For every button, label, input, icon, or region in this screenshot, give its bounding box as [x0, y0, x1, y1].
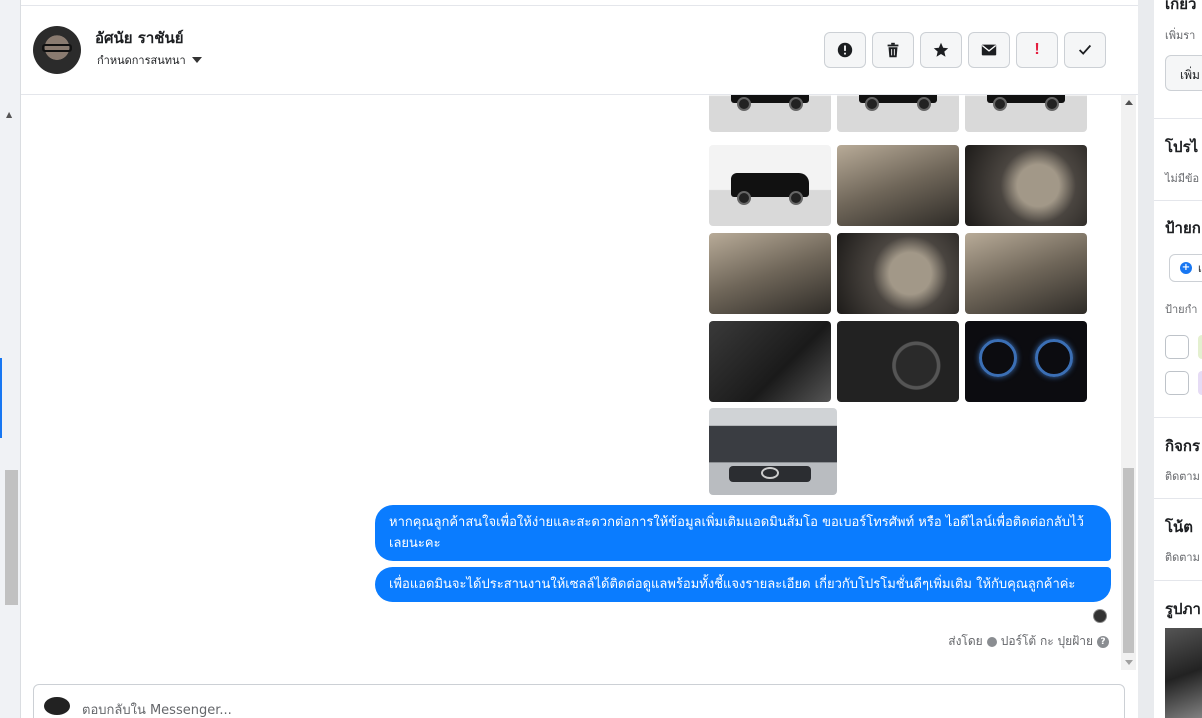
- alert-circle-icon: [837, 42, 853, 58]
- section-divider: [1154, 580, 1202, 581]
- photos-title: รูปภา: [1165, 600, 1201, 618]
- activity-title: กิจกร: [1165, 437, 1201, 455]
- photo-detail: [865, 97, 879, 111]
- scroll-down-arrow-icon[interactable]: [1125, 660, 1133, 665]
- attachment-photo[interactable]: [837, 233, 959, 314]
- sender-avatar: [1093, 609, 1107, 623]
- active-indicator: [0, 358, 2, 438]
- reply-box[interactable]: ตอบกลับใน Messenger...: [33, 684, 1125, 718]
- contact-details-panel: เกี่ยว เพิ่มรา เพิ่ม โปรไ ไม่มีข้อ ป้ายก…: [1154, 0, 1202, 718]
- conversation-header: อัศนัย ราชันย์ กำหนดการสนทนา !: [21, 6, 1138, 95]
- avatar-detail: [42, 44, 72, 52]
- attachment-photo[interactable]: [837, 145, 959, 226]
- message-bubble[interactable]: เพื่อแอดมินจะได้ประสานงานให้เซลล์ได้ติดต…: [375, 567, 1111, 602]
- scroll-up-arrow-icon[interactable]: ▲: [6, 110, 12, 119]
- attachment-photo[interactable]: [965, 321, 1087, 402]
- photo-detail: [789, 191, 803, 205]
- thread-scrollbar-thumb[interactable]: [1123, 468, 1134, 653]
- left-scrollbar-thumb[interactable]: [5, 470, 18, 605]
- delete-button[interactable]: [872, 32, 914, 68]
- sent-by-name[interactable]: ปอร์โต้ กะ ปุยฝ้าย: [1001, 632, 1093, 651]
- attachment-photo[interactable]: [965, 145, 1087, 226]
- photo-detail: [789, 97, 803, 111]
- notes-title: โน้ต: [1165, 518, 1194, 536]
- activity-subtitle: ติดตาม: [1165, 470, 1200, 483]
- notes-subtitle: ติดตาม: [1165, 551, 1200, 564]
- shared-photo[interactable]: [1165, 628, 1202, 718]
- profile-title: โปรไ: [1165, 138, 1199, 156]
- profile-subtitle: ไม่มีข้อ: [1165, 172, 1200, 185]
- message-thread: หากคุณลูกค้าสนใจเพื่อให้ง่ายและสะดวกต่อก…: [21, 95, 1138, 675]
- attachment-photo[interactable]: [709, 321, 831, 402]
- attachment-photo[interactable]: [965, 233, 1087, 314]
- trash-icon: [887, 42, 899, 58]
- photo-detail: [993, 97, 1007, 111]
- photo-detail: [737, 191, 751, 205]
- assign-conversation-label: กำหนดการสนทนา: [97, 54, 186, 67]
- add-details-button[interactable]: เพิ่ม: [1165, 55, 1202, 91]
- attachment-photo[interactable]: [709, 233, 831, 314]
- label-checkbox[interactable]: [1165, 371, 1189, 395]
- sent-by-prefix: ส่งโดย: [948, 634, 983, 648]
- conversation-panel: อัศนัย ราชันย์ กำหนดการสนทนา ! หากคุณลูก…: [21, 0, 1138, 718]
- attachment-photo[interactable]: [965, 95, 1087, 132]
- photo-detail: [1045, 97, 1059, 111]
- photo-detail: [917, 97, 931, 111]
- page-badge-icon: [986, 636, 997, 647]
- help-icon[interactable]: ?: [1097, 635, 1109, 648]
- photo-detail: [737, 97, 751, 111]
- exclamation-icon: !: [1034, 41, 1040, 58]
- scroll-up-arrow-icon[interactable]: [1125, 100, 1133, 105]
- assign-conversation-dropdown[interactable]: กำหนดการสนทนา: [97, 51, 202, 69]
- photo-detail: [1035, 339, 1073, 377]
- add-label-button[interactable]: + เ: [1169, 254, 1202, 282]
- section-divider: [1154, 118, 1202, 119]
- photo-detail: [979, 339, 1017, 377]
- labels-title: ป้ายก: [1165, 219, 1201, 237]
- contact-avatar[interactable]: [33, 26, 81, 74]
- section-divider: [1154, 417, 1202, 418]
- attachment-photo[interactable]: [837, 321, 959, 402]
- attachment-photo[interactable]: [709, 95, 831, 132]
- attachment-photo[interactable]: [837, 95, 959, 132]
- check-icon: [1078, 44, 1092, 55]
- about-subtitle: เพิ่มรา: [1165, 29, 1196, 42]
- label-checkbox[interactable]: [1165, 335, 1189, 359]
- attachment-photo[interactable]: [709, 145, 831, 226]
- label-chip[interactable]: [1198, 371, 1202, 395]
- page-avatar: [44, 697, 70, 715]
- left-gutter: ▲: [0, 0, 21, 718]
- reply-input-placeholder[interactable]: ตอบกลับใน Messenger...: [82, 699, 232, 718]
- section-divider: [1154, 498, 1202, 499]
- follow-up-button[interactable]: !: [1016, 32, 1058, 68]
- add-label-text: เ: [1198, 262, 1202, 275]
- plus-icon: +: [1180, 262, 1192, 274]
- envelope-icon: [981, 44, 997, 56]
- attachment-photo[interactable]: [709, 408, 837, 495]
- caret-down-icon: [191, 57, 202, 63]
- thread-scrollbar[interactable]: [1121, 95, 1136, 670]
- mark-unread-button[interactable]: [968, 32, 1010, 68]
- star-button[interactable]: [920, 32, 962, 68]
- header-actions: !: [824, 32, 1106, 68]
- panel-divider: [1138, 0, 1154, 718]
- label-chip[interactable]: [1198, 335, 1202, 359]
- star-icon: [933, 42, 949, 57]
- labels-subtitle: ป้ายกำ: [1165, 303, 1198, 316]
- photo-detail: [761, 467, 779, 479]
- message-bubble[interactable]: หากคุณลูกค้าสนใจเพื่อให้ง่ายและสะดวกต่อก…: [375, 505, 1111, 561]
- mark-done-button[interactable]: [1064, 32, 1106, 68]
- inbox-window: ▲ อัศนัย ราชันย์ กำหนดการสนทนา ! หากคุณล…: [0, 0, 1202, 718]
- mark-spam-button[interactable]: [824, 32, 866, 68]
- about-title: เกี่ยว: [1165, 0, 1197, 13]
- section-divider: [1154, 200, 1202, 201]
- contact-name[interactable]: อัศนัย ราชันย์: [95, 26, 184, 50]
- sent-by-info: ส่งโดย ปอร์โต้ กะ ปุยฝ้าย ?: [948, 632, 1109, 651]
